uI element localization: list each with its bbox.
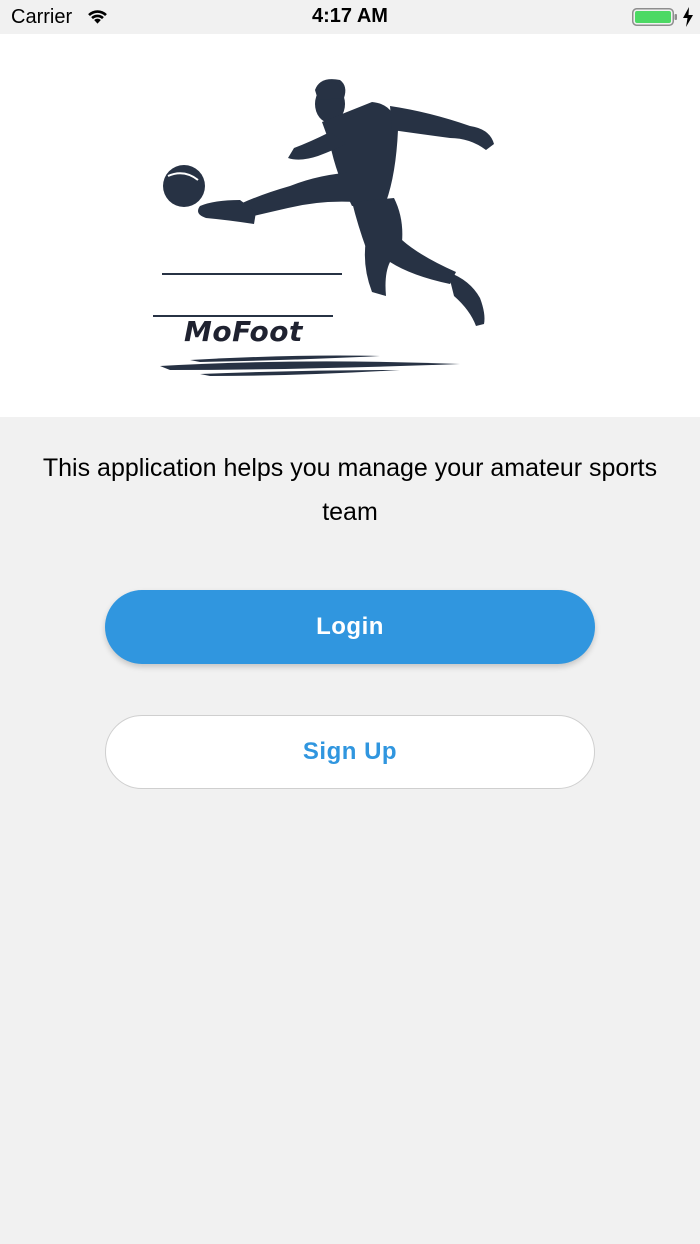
- battery-icon: [632, 8, 677, 26]
- charging-bolt-icon: [683, 7, 693, 27]
- brand-wordmark: MoFoot: [184, 315, 303, 348]
- soccer-ball-icon: [163, 165, 205, 207]
- status-bar: Carrier 4:17 AM: [0, 0, 700, 34]
- welcome-screen: Carrier 4:17 AM MoFoot This application …: [0, 0, 700, 1244]
- login-button[interactable]: Login: [105, 590, 595, 664]
- ground-swoosh: [160, 361, 460, 370]
- hero-logo-banner: MoFoot: [0, 34, 700, 417]
- clock: 4:17 AM: [312, 5, 388, 27]
- player-silhouette: [198, 79, 494, 326]
- soccer-player-logo: [153, 79, 494, 376]
- app-description: This application helps you manage your a…: [42, 454, 658, 526]
- sign-up-button[interactable]: Sign Up: [105, 715, 595, 789]
